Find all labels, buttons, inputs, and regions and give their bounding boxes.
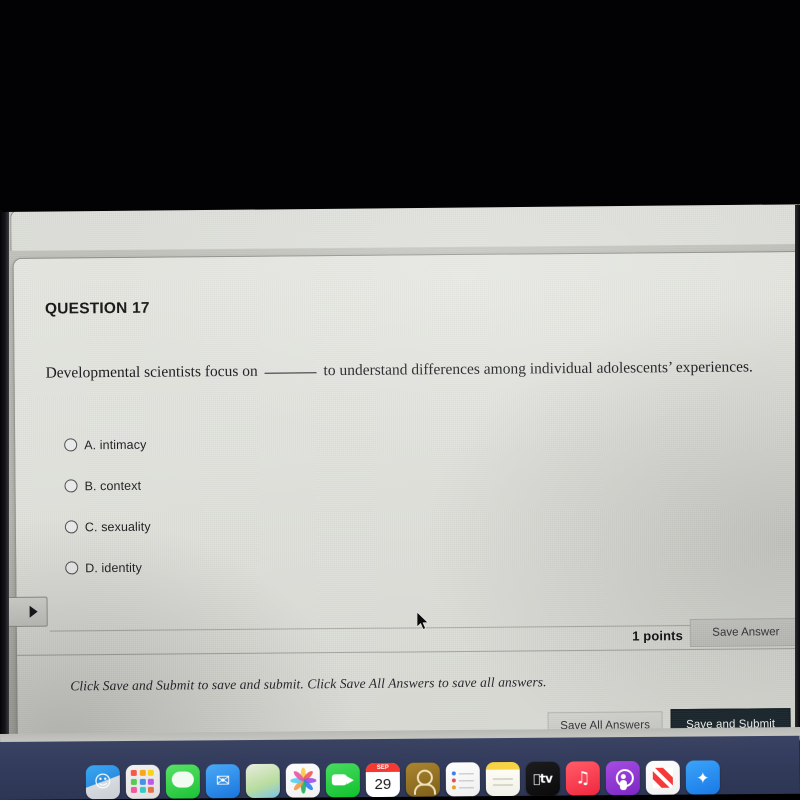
radio-icon-b[interactable] bbox=[64, 479, 78, 493]
footer-instruction: Click Save and Submit to save and submit… bbox=[70, 674, 547, 694]
blank-underline bbox=[264, 372, 317, 374]
triangle-right-icon bbox=[29, 605, 38, 618]
dock-icon-photos[interactable] bbox=[285, 763, 320, 798]
top-black-bezel bbox=[0, 0, 800, 212]
dock-icon-calendar[interactable]: SEP 29 bbox=[365, 762, 400, 798]
save-answer-button[interactable]: Save Answer bbox=[689, 618, 800, 647]
option-d[interactable]: D. identity bbox=[65, 547, 151, 589]
option-a-label: A. intimacy bbox=[84, 437, 147, 452]
laptop-screen-photo: QUESTION 17 Developmental scientists foc… bbox=[0, 0, 800, 800]
radio-icon-d[interactable] bbox=[65, 561, 79, 575]
dock-icon-music[interactable]: ♫ bbox=[565, 761, 600, 796]
dock-icon-contacts[interactable] bbox=[405, 762, 440, 797]
dock-icon-news[interactable] bbox=[645, 760, 680, 795]
question-text-before: Developmental scientists focus on bbox=[45, 362, 258, 382]
dock-icon-maps[interactable] bbox=[245, 763, 280, 799]
answer-options: A. intimacy B. context C. sexuality D. i… bbox=[64, 424, 151, 589]
radio-icon-a[interactable] bbox=[64, 438, 78, 452]
question-panel: QUESTION 17 Developmental scientists foc… bbox=[2, 250, 800, 750]
option-a[interactable]: A. intimacy bbox=[64, 424, 150, 466]
mouse-cursor bbox=[416, 611, 430, 636]
macos-dock[interactable]: ☺ ✉ SEP29 tv♫ ✦ bbox=[85, 754, 720, 800]
right-bezel-edge bbox=[795, 205, 800, 765]
option-b[interactable]: B. context bbox=[64, 465, 150, 507]
question-text: Developmental scientists focus on to und… bbox=[45, 352, 763, 387]
sidebar-expand-tab[interactable] bbox=[2, 596, 48, 627]
dock-icon-apple-tv[interactable]: tv bbox=[525, 761, 560, 796]
option-b-label: B. context bbox=[84, 478, 142, 493]
dock-icon-launchpad[interactable] bbox=[125, 764, 160, 800]
dock-icon-reminders[interactable] bbox=[445, 762, 480, 797]
option-d-label: D. identity bbox=[85, 560, 142, 575]
points-label: 1 points bbox=[632, 628, 683, 644]
dock-icon-notes[interactable] bbox=[485, 761, 520, 797]
dock-icon-mail[interactable]: ✉ bbox=[205, 764, 240, 799]
desktop-wallpaper: ☺ ✉ SEP29 tv♫ ✦ bbox=[0, 735, 800, 800]
dock-icon-messages[interactable] bbox=[165, 764, 200, 799]
lms-page: QUESTION 17 Developmental scientists foc… bbox=[0, 189, 800, 768]
question-text-after: to understand differences among individu… bbox=[323, 358, 753, 380]
option-c-label: C. sexuality bbox=[84, 519, 151, 534]
dock-icon-facetime[interactable] bbox=[325, 763, 360, 798]
dock-icon-finder[interactable]: ☺ bbox=[85, 765, 120, 800]
dock-icon-app-store[interactable]: ✦ bbox=[685, 760, 720, 795]
radio-icon-c[interactable] bbox=[64, 520, 78, 534]
option-c[interactable]: C. sexuality bbox=[64, 506, 151, 548]
dock-icon-podcasts[interactable] bbox=[605, 760, 640, 796]
divider-lower bbox=[17, 647, 800, 656]
question-header: QUESTION 17 bbox=[44, 299, 150, 318]
left-bezel-edge bbox=[0, 200, 9, 760]
